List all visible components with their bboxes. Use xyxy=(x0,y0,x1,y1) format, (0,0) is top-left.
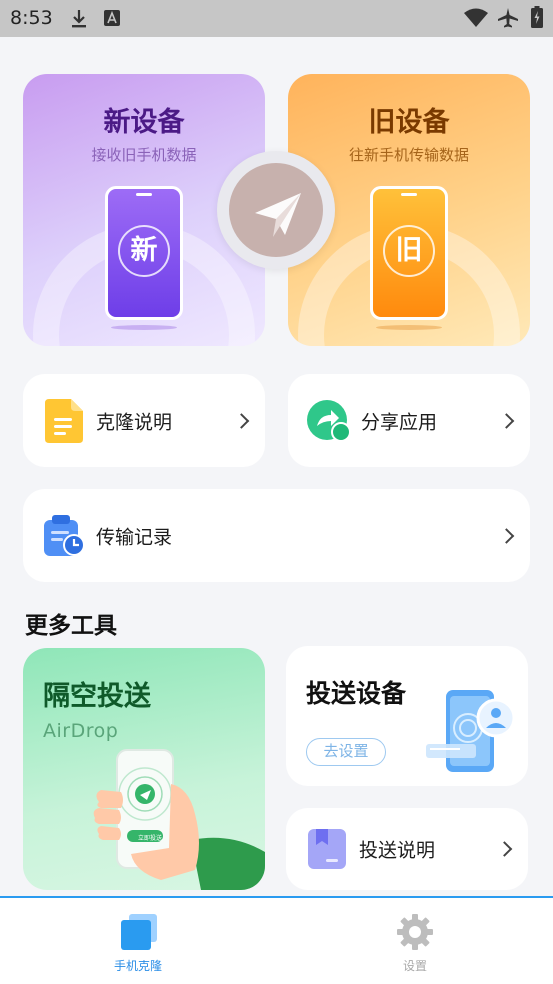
battery-icon xyxy=(531,6,543,28)
phone-clone-icon xyxy=(121,914,157,950)
chevron-right-icon xyxy=(233,412,250,429)
old-device-title: 旧设备 xyxy=(368,107,450,138)
go-settings-button[interactable]: 去设置 xyxy=(306,738,386,766)
new-device-title: 新设备 xyxy=(103,107,185,138)
phone-notch xyxy=(136,193,152,196)
hand-holding-phone-illustration xyxy=(93,749,265,890)
status-bar: 8:53 xyxy=(0,0,553,37)
gear-icon xyxy=(397,914,433,950)
new-device-subtitle: 接收旧手机数据 xyxy=(91,146,197,164)
bottom-tab-bar: 手机克隆 设置 xyxy=(0,896,553,984)
share-app-card[interactable]: 分享应用 xyxy=(288,374,530,467)
tab-settings-label: 设置 xyxy=(402,959,427,973)
chevron-right-icon xyxy=(496,841,513,857)
airplane-mode-icon xyxy=(498,8,518,28)
clone-guide-label: 克隆说明 xyxy=(96,411,173,433)
airdrop-phone-button: 立即投送 xyxy=(137,835,162,842)
airdrop-card[interactable]: 隔空投送 AirDrop 立即投送 xyxy=(23,648,265,890)
phone-notch xyxy=(401,193,417,196)
more-tools-heading: 更多工具 xyxy=(25,613,117,639)
phone-shadow xyxy=(376,325,442,330)
status-time: 8:53 xyxy=(10,7,53,29)
old-device-subtitle: 往新手机传输数据 xyxy=(348,146,469,164)
download-icon xyxy=(72,10,86,28)
old-badge: 旧 xyxy=(383,225,435,277)
clone-guide-card[interactable]: 克隆说明 xyxy=(23,374,265,467)
chevron-right-icon xyxy=(498,527,515,544)
phone-shadow xyxy=(111,325,177,330)
transfer-disc xyxy=(217,151,335,269)
share-icon xyxy=(307,400,351,442)
transfer-history-card[interactable]: 传输记录 xyxy=(23,489,530,582)
chevron-right-icon xyxy=(498,412,515,429)
transfer-disc-inner xyxy=(229,163,323,257)
clipboard-history-icon xyxy=(44,515,85,556)
new-phone-illustration: 新 xyxy=(105,186,183,320)
wifi-icon xyxy=(464,8,488,27)
bookmark-book-icon xyxy=(308,829,346,869)
cast-guide-card[interactable]: 投送说明 xyxy=(286,808,528,890)
share-app-label: 分享应用 xyxy=(361,411,438,433)
airdrop-title: 隔空投送 xyxy=(43,681,151,712)
airdrop-subtitle: AirDrop xyxy=(43,720,119,742)
cast-guide-label: 投送说明 xyxy=(359,839,436,862)
document-icon xyxy=(45,399,83,443)
cast-device-title: 投送设备 xyxy=(306,679,407,708)
tab-phone-clone[interactable]: 手机克隆 xyxy=(0,898,276,984)
app-notification-icon xyxy=(104,10,120,26)
new-badge: 新 xyxy=(118,225,170,277)
old-phone-illustration: 旧 xyxy=(370,186,448,320)
tab-phone-clone-label: 手机克隆 xyxy=(113,959,162,973)
cast-phone-icon xyxy=(426,690,516,772)
transfer-history-label: 传输记录 xyxy=(96,526,173,548)
paper-plane-icon xyxy=(255,193,301,237)
cast-device-card[interactable]: 投送设备 去设置 xyxy=(286,646,528,786)
tab-settings[interactable]: 设置 xyxy=(277,898,553,984)
